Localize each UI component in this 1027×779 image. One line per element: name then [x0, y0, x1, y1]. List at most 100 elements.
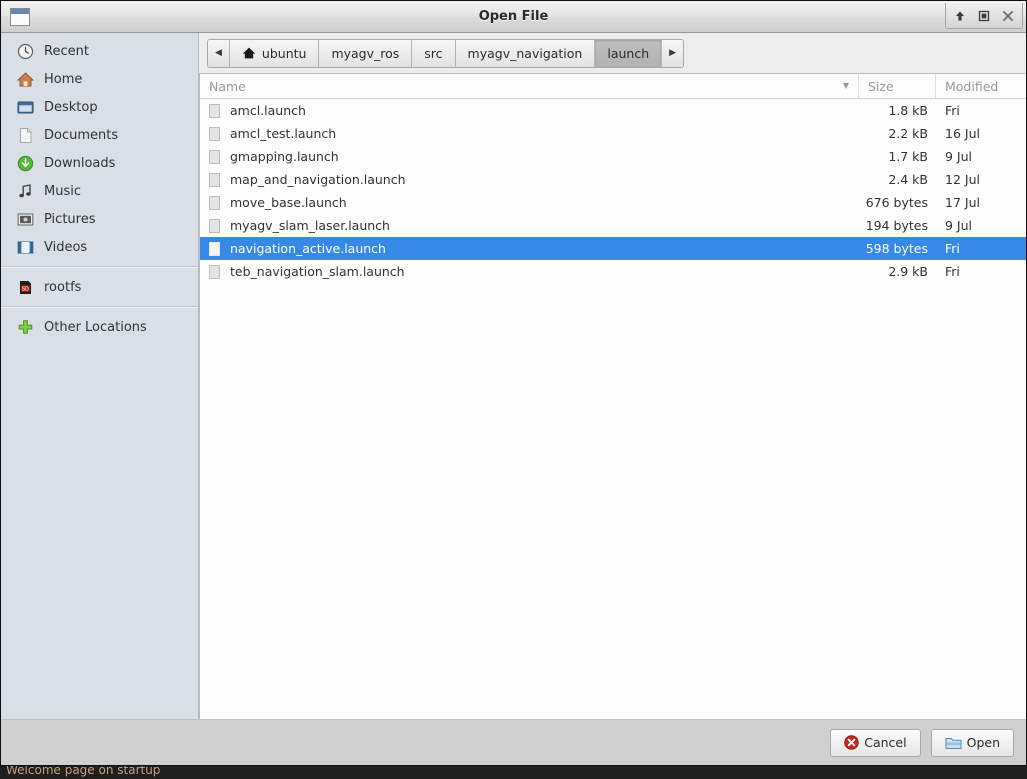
folder-icon [945, 736, 962, 750]
dialog-body: Recent Home Desktop Documents Downloads … [1, 33, 1026, 719]
sidebar-item-videos[interactable]: Videos [1, 233, 198, 261]
file-modified: 16 Jul [945, 126, 980, 141]
file-name: gmapping.launch [230, 149, 339, 164]
sidebar-item-desktop[interactable]: Desktop [1, 93, 198, 121]
clock-icon [16, 42, 34, 60]
sidebar-item-pictures[interactable]: Pictures [1, 205, 198, 233]
file-name-cell: move_base.launch [200, 195, 859, 210]
table-row[interactable]: teb_navigation_slam.launch 2.9 kB Fri [200, 260, 1026, 283]
sidebar-item-home[interactable]: Home [1, 65, 198, 93]
breadcrumb-item-src[interactable]: src [412, 39, 456, 67]
svg-text:SD: SD [21, 286, 28, 292]
sidebar-item-label: Documents [44, 127, 119, 143]
sidebar-item-other-locations[interactable]: Other Locations [1, 313, 198, 341]
path-bar: ◀ ubuntu myagv_ros src myagv_navigation … [199, 33, 1026, 73]
file-name-cell: map_and_navigation.launch [200, 172, 859, 187]
picture-icon [16, 210, 34, 228]
maximize-button[interactable] [973, 5, 995, 26]
table-row[interactable]: amcl_test.launch 2.2 kB 16 Jul [200, 122, 1026, 145]
cancel-button[interactable]: Cancel [830, 728, 921, 757]
breadcrumb-label: launch [607, 45, 650, 61]
file-name: map_and_navigation.launch [230, 172, 406, 187]
sidebar-item-label: Videos [44, 239, 88, 255]
sidebar-item-label: Other Locations [44, 319, 147, 335]
file-modified: 17 Jul [945, 195, 980, 210]
window-icon [10, 7, 30, 26]
file-name-cell: teb_navigation_slam.launch [200, 264, 859, 279]
file-icon [209, 264, 220, 279]
sidebar-item-label: Home [44, 71, 83, 87]
file-name-cell: gmapping.launch [200, 149, 859, 164]
file-name: amcl_test.launch [230, 126, 337, 141]
music-note-icon [16, 182, 34, 200]
table-row-selected[interactable]: navigation_active.launch 598 bytes Fri [200, 237, 1026, 260]
breadcrumb-item-ubuntu[interactable]: ubuntu [229, 39, 320, 67]
file-icon [209, 149, 220, 164]
open-file-dialog: Open File Recent Home Desktop Documents … [0, 0, 1027, 766]
title-bar[interactable]: Open File [1, 1, 1026, 33]
table-row[interactable]: move_base.launch 676 bytes 17 Jul [200, 191, 1026, 214]
column-header-label: Modified [945, 78, 999, 94]
sidebar-item-recent[interactable]: Recent [1, 37, 198, 65]
file-modified: 12 Jul [945, 172, 980, 187]
sidebar-item-label: Music [44, 183, 81, 199]
sidebar-item-music[interactable]: Music [1, 177, 198, 205]
table-row[interactable]: map_and_navigation.launch 2.4 kB 12 Jul [200, 168, 1026, 191]
sidebar-item-label: rootfs [44, 279, 82, 295]
file-icon [209, 103, 220, 118]
file-list-header: Name ▼ Size Modified [200, 74, 1026, 99]
breadcrumb: ◀ ubuntu myagv_ros src myagv_navigation … [207, 38, 685, 68]
window-title: Open File [478, 9, 549, 24]
sidebar-item-label: Downloads [44, 155, 116, 171]
file-size: 1.8 kB [888, 103, 928, 118]
table-row[interactable]: amcl.launch 1.8 kB Fri [200, 99, 1026, 122]
breadcrumb-scroll-forward[interactable]: ▶ [662, 39, 684, 67]
table-row[interactable]: myagv_slam_laser.launch 194 bytes 9 Jul [200, 214, 1026, 237]
column-header-label: Size [868, 78, 894, 94]
breadcrumb-item-myagv_ros[interactable]: myagv_ros [319, 39, 413, 67]
file-size: 2.9 kB [888, 264, 928, 279]
download-icon [16, 154, 34, 172]
column-header-modified[interactable]: Modified [936, 74, 1026, 98]
shade-button[interactable] [949, 5, 971, 26]
window-controls [945, 3, 1023, 29]
open-label: Open [966, 735, 1000, 750]
sidebar-item-rootfs[interactable]: SD rootfs [1, 273, 198, 301]
places-sidebar: Recent Home Desktop Documents Downloads … [1, 33, 199, 719]
file-size: 194 bytes [865, 218, 928, 233]
file-icon [209, 241, 220, 256]
close-button[interactable] [997, 5, 1019, 26]
file-icon [209, 195, 220, 210]
file-list: Name ▼ Size Modified amcl.launch 1.8 kB … [199, 73, 1026, 719]
file-icon [209, 126, 220, 141]
open-button[interactable]: Open [930, 728, 1014, 757]
file-name: move_base.launch [230, 195, 347, 210]
column-header-size[interactable]: Size [859, 74, 936, 98]
desktop-icon [16, 98, 34, 116]
sidebar-item-downloads[interactable]: Downloads [1, 149, 198, 177]
breadcrumb-item-launch[interactable]: launch [595, 39, 663, 67]
file-name-cell: myagv_slam_laser.launch [200, 218, 859, 233]
breadcrumb-item-myagv_navigation[interactable]: myagv_navigation [455, 39, 596, 67]
column-header-name[interactable]: Name ▼ [200, 74, 859, 98]
sidebar-item-label: Pictures [44, 211, 96, 227]
file-name-cell: amcl.launch [200, 103, 859, 118]
breadcrumb-label: myagv_navigation [467, 45, 583, 61]
file-name: amcl.launch [230, 103, 306, 118]
sidebar-separator [1, 266, 198, 268]
file-modified: 9 Jul [945, 149, 973, 164]
video-icon [16, 238, 34, 256]
file-size: 598 bytes [865, 241, 928, 256]
file-name: navigation_active.launch [230, 241, 386, 256]
document-icon [16, 126, 34, 144]
sidebar-item-documents[interactable]: Documents [1, 121, 198, 149]
file-list-rows: amcl.launch 1.8 kB Fri amcl_test.launch … [200, 99, 1026, 719]
cancel-icon [844, 735, 859, 750]
table-row[interactable]: gmapping.launch 1.7 kB 9 Jul [200, 145, 1026, 168]
sidebar-item-label: Recent [44, 43, 89, 59]
cancel-label: Cancel [864, 735, 907, 750]
action-bar: Cancel Open [1, 719, 1026, 765]
breadcrumb-scroll-back[interactable]: ◀ [208, 39, 230, 67]
breadcrumb-label: ubuntu [261, 45, 307, 61]
file-size: 676 bytes [865, 195, 928, 210]
